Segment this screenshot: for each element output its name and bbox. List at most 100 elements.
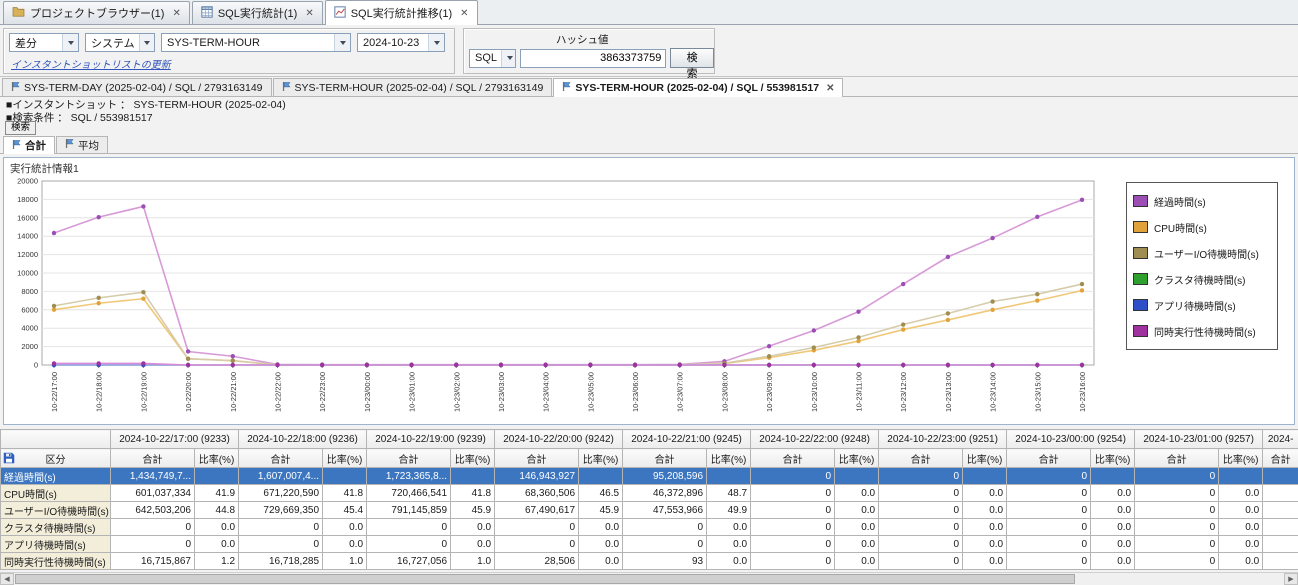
total-cell[interactable]: 0 [1006,518,1092,536]
total-sub-header[interactable]: 合計 [1134,448,1220,468]
ratio-cell[interactable] [706,467,752,485]
total-cell[interactable]: 0 [1006,535,1092,553]
total-cell[interactable]: 0 [878,501,964,519]
ratio-cell[interactable]: 0.0 [1090,518,1136,536]
total-cell[interactable]: 0 [878,552,964,570]
row-label-cell[interactable]: ユーザーI/O待機時間(s) [0,501,111,519]
ratio-cell[interactable]: 0.0 [706,518,752,536]
total-cell[interactable]: 0 [750,484,836,502]
ratio-cell[interactable]: 0.0 [834,501,880,519]
ratio-cell[interactable]: 41.8 [322,484,368,502]
total-cell[interactable]: 0 [1134,467,1220,485]
ratio-cell[interactable]: 0.0 [962,501,1008,519]
close-icon[interactable]: ✕ [172,8,180,19]
total-sub-header[interactable]: 合計 [110,448,195,468]
total-cell[interactable]: 0 [1006,501,1092,519]
snapshot-select[interactable]: SYS-TERM-HOUR [161,33,351,52]
timestamp-column-header[interactable]: 2024-10-22/22:00 (9248) [750,429,880,449]
ratio-cell[interactable]: 0.0 [962,484,1008,502]
view-tab-total[interactable]: 合計 [3,136,55,154]
timestamp-column-header[interactable]: 2024-10-23/00:00 (9254) [1006,429,1136,449]
total-cell[interactable]: 791,145,859 [366,501,452,519]
ratio-sub-header[interactable]: 比率(%) [1090,448,1136,468]
total-cell[interactable]: 67,490,617 [494,501,580,519]
ratio-cell[interactable]: 0.0 [1090,535,1136,553]
total-cell[interactable]: 68,360,506 [494,484,580,502]
total-cell[interactable]: 0 [878,484,964,502]
table-row[interactable]: CPU時間(s) 601,037,334 41.9 671,220,590 41.8 72… [0,484,1298,502]
close-icon[interactable]: ✕ [826,83,834,94]
ratio-cell[interactable]: 45.4 [322,501,368,519]
ratio-cell[interactable]: 1.0 [450,552,496,570]
result-tab-hour-2[interactable]: SYS-TERM-HOUR (2025-02-04) / SQL / 55398… [553,78,844,97]
ratio-cell[interactable]: 0.0 [578,552,624,570]
table-row[interactable]: 同時実行性待機時間(s) 16,715,867 1.2 16,718,285 1.0 16… [0,552,1298,570]
ratio-cell[interactable]: 0.0 [706,535,752,553]
total-cell[interactable] [1262,518,1298,536]
timestamp-column-header[interactable]: 2024-10-22/21:00 (9245) [622,429,752,449]
ratio-cell[interactable]: 45.9 [578,501,624,519]
total-sub-header[interactable]: 合計 [622,448,708,468]
ratio-cell[interactable] [578,467,624,485]
category-column-header[interactable]: 区分 [0,448,111,468]
ratio-cell[interactable]: 0.0 [578,535,624,553]
ratio-cell[interactable]: 0.0 [1218,535,1264,553]
total-cell[interactable]: 16,715,867 [110,552,195,570]
total-cell[interactable]: 0 [366,518,452,536]
total-cell[interactable]: 0 [238,518,324,536]
timestamp-column-header[interactable]: 2024- [1262,429,1298,449]
table-row[interactable]: クラスタ待機時間(s) 0 0.0 0 0.0 0 0.0 0 0.0 0 0.0 0 0.0 0 0.0 0… [0,518,1298,536]
system-select[interactable]: システム [85,33,155,52]
total-cell[interactable]: 0 [1134,518,1220,536]
tab-sql-statistics-trend[interactable]: SQL実行統計推移(1) ✕ [324,0,478,25]
tab-sql-statistics[interactable]: SQL実行統計(1) ✕ [191,1,323,24]
ratio-cell[interactable]: 0.0 [1218,484,1264,502]
ratio-sub-header[interactable]: 比率(%) [450,448,496,468]
total-cell[interactable]: 93 [622,552,708,570]
ratio-cell[interactable]: 0.0 [1090,552,1136,570]
total-sub-header[interactable]: 合計 [1262,448,1298,468]
total-cell[interactable]: 0 [494,518,580,536]
row-label-cell[interactable]: アプリ待機時間(s) [0,535,111,553]
ratio-cell[interactable] [962,467,1008,485]
total-cell[interactable] [1262,535,1298,553]
result-tab-hour-1[interactable]: SYS-TERM-HOUR (2025-02-04) / SQL / 27931… [272,78,553,96]
total-cell[interactable]: 0 [750,535,836,553]
ratio-cell[interactable]: 0.0 [1090,501,1136,519]
row-label-cell[interactable]: CPU時間(s) [0,484,111,502]
total-cell[interactable]: 16,727,056 [366,552,452,570]
ratio-cell[interactable]: 44.8 [193,501,240,519]
save-icon[interactable] [3,452,15,467]
mini-search-button[interactable]: 検索 [5,121,37,135]
total-sub-header[interactable]: 合計 [1006,448,1092,468]
total-cell[interactable]: 0 [622,535,708,553]
total-cell[interactable]: 0 [1006,467,1092,485]
table-row[interactable]: アプリ待機時間(s) 0 0.0 0 0.0 0 0.0 0 0.0 0 0.0 0 0.0 0 0.0 0 0… [0,535,1298,553]
ratio-sub-header[interactable]: 比率(%) [706,448,752,468]
timestamp-column-header[interactable]: 2024-10-22/18:00 (9236) [238,429,368,449]
ratio-sub-header[interactable]: 比率(%) [193,448,240,468]
ratio-cell[interactable]: 0.0 [578,518,624,536]
horizontal-scrollbar[interactable]: ◀ ▶ [0,572,1298,585]
ratio-cell[interactable]: 0.0 [193,535,240,553]
ratio-cell[interactable]: 0.0 [834,535,880,553]
ratio-cell[interactable]: 0.0 [1218,552,1264,570]
total-sub-header[interactable]: 合計 [494,448,580,468]
hash-value-input[interactable] [520,48,667,68]
ratio-cell[interactable]: 1.0 [322,552,368,570]
total-cell[interactable]: 1,434,749,7... [110,467,195,485]
total-cell[interactable]: 0 [1134,535,1220,553]
ratio-cell[interactable] [322,467,368,485]
ratio-cell[interactable] [450,467,496,485]
ratio-cell[interactable]: 1.2 [193,552,240,570]
total-sub-header[interactable]: 合計 [366,448,452,468]
total-cell[interactable]: 0 [1134,552,1220,570]
scroll-right-icon[interactable]: ▶ [1284,573,1298,585]
ratio-sub-header[interactable]: 比率(%) [578,448,624,468]
ratio-sub-header[interactable]: 比率(%) [1218,448,1264,468]
ratio-cell[interactable]: 0.0 [193,518,240,536]
total-cell[interactable]: 642,503,206 [110,501,195,519]
total-cell[interactable]: 146,943,927 [494,467,580,485]
total-cell[interactable]: 0 [1134,501,1220,519]
table-row[interactable]: ユーザーI/O待機時間(s) 642,503,206 44.8 729,669,350… [0,501,1298,519]
